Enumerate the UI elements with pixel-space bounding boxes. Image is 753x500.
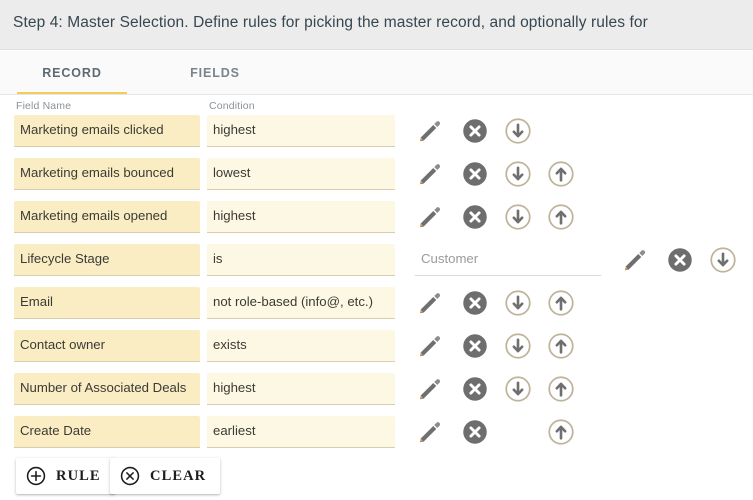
pencil-icon[interactable] (415, 116, 445, 146)
rule-condition-input[interactable]: highest (207, 373, 395, 405)
rule-condition-input[interactable]: highest (207, 201, 395, 233)
plus-circle-icon (25, 465, 47, 487)
rule-field-name-input[interactable]: Marketing emails bounced (14, 158, 200, 190)
rule-row: Marketing emails clicked highest (0, 113, 753, 156)
page-title: Step 4: Master Selection. Define rules f… (13, 14, 648, 31)
rule-field-name-input[interactable]: Number of Associated Deals (14, 373, 200, 405)
rule-row: Create Date earliest (0, 414, 753, 457)
rule-condition-input[interactable]: highest (207, 115, 395, 147)
pencil-icon[interactable] (415, 202, 445, 232)
close-circle-icon[interactable] (460, 417, 490, 447)
arrow-down-circle-icon[interactable] (503, 374, 533, 404)
pencil-icon[interactable] (415, 417, 445, 447)
pencil-icon[interactable] (415, 159, 445, 189)
tab-fields[interactable]: FIELDS (160, 51, 270, 95)
close-circle-icon[interactable] (665, 245, 695, 275)
pencil-icon[interactable] (415, 331, 445, 361)
rule-row: Email not role-based (info@, etc.) (0, 285, 753, 328)
rule-row: Lifecycle Stage is Customer (0, 242, 753, 285)
pencil-icon[interactable] (415, 288, 445, 318)
arrow-up-circle-icon[interactable] (546, 288, 576, 318)
pencil-icon[interactable] (620, 245, 650, 275)
tab-strip: RECORD FIELDS (0, 51, 753, 95)
arrow-up-circle-icon[interactable] (546, 331, 576, 361)
arrow-up-circle-icon[interactable] (546, 374, 576, 404)
step-header-bar: Step 4: Master Selection. Define rules f… (0, 0, 753, 50)
arrow-up-circle-icon[interactable] (546, 202, 576, 232)
rule-condition-input[interactable]: exists (207, 330, 395, 362)
arrow-down-circle-icon[interactable] (503, 116, 533, 146)
rule-row: Marketing emails opened highest (0, 199, 753, 242)
rule-field-name-input[interactable]: Contact owner (14, 330, 200, 362)
tab-record[interactable]: RECORD (17, 51, 127, 95)
arrow-up-circle-icon[interactable] (546, 417, 576, 447)
arrow-up-circle-icon[interactable] (546, 159, 576, 189)
tabs-divider (0, 94, 753, 95)
rule-row: Marketing emails bounced lowest (0, 156, 753, 199)
add-rule-button[interactable]: RULE (16, 458, 115, 494)
column-header-field-name: Field Name (16, 100, 72, 112)
master-selection-panel: Step 4: Master Selection. Define rules f… (0, 0, 753, 500)
rule-row: Number of Associated Deals highest (0, 371, 753, 414)
arrow-down-circle-icon[interactable] (503, 331, 533, 361)
column-header-condition: Condition (209, 100, 255, 112)
rule-field-name-input[interactable]: Marketing emails clicked (14, 115, 200, 147)
arrow-down-circle-icon[interactable] (503, 202, 533, 232)
rule-value-input[interactable]: Customer (415, 244, 601, 276)
arrow-down-circle-icon[interactable] (708, 245, 738, 275)
rule-field-name-input[interactable]: Marketing emails opened (14, 201, 200, 233)
pencil-icon[interactable] (415, 374, 445, 404)
rules-list: Marketing emails clicked highest Marketing… (0, 113, 753, 457)
clear-rules-label: CLEAR (150, 467, 207, 484)
arrow-down-circle-icon[interactable] (503, 159, 533, 189)
close-circle-icon[interactable] (460, 116, 490, 146)
rule-field-name-input[interactable]: Lifecycle Stage (14, 244, 200, 276)
close-circle-icon[interactable] (460, 331, 490, 361)
bottom-action-bar: RULE CLEAR (0, 458, 753, 500)
rule-condition-input[interactable]: earliest (207, 416, 395, 448)
rule-row: Contact owner exists (0, 328, 753, 371)
close-circle-icon[interactable] (460, 374, 490, 404)
add-rule-label: RULE (56, 467, 101, 484)
close-circle-icon[interactable] (460, 288, 490, 318)
close-circle-icon[interactable] (460, 202, 490, 232)
x-circle-icon (119, 465, 141, 487)
clear-rules-button[interactable]: CLEAR (110, 458, 221, 494)
rule-condition-input[interactable]: is (207, 244, 395, 276)
rule-condition-input[interactable]: not role-based (info@, etc.) (207, 287, 395, 319)
arrow-down-circle-icon[interactable] (503, 288, 533, 318)
rule-field-name-input[interactable]: Create Date (14, 416, 200, 448)
rule-condition-input[interactable]: lowest (207, 158, 395, 190)
rule-field-name-input[interactable]: Email (14, 287, 200, 319)
close-circle-icon[interactable] (460, 159, 490, 189)
